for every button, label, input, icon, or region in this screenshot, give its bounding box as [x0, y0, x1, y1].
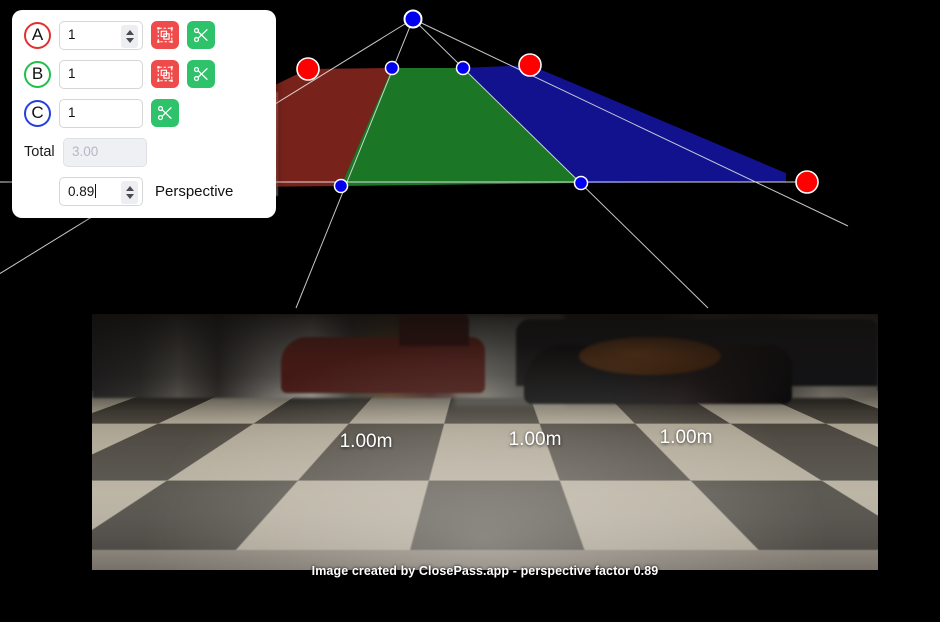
chevron-down-icon[interactable] [125, 37, 134, 43]
input-a[interactable]: 1 [59, 20, 143, 50]
badge-c: C [24, 99, 51, 127]
badge-a-letter: A [31, 25, 44, 44]
perspective-value: 0.89 [60, 184, 96, 199]
chevron-up-icon[interactable] [125, 185, 134, 191]
input-b[interactable]: 1 [59, 59, 143, 89]
segment-label-b: 1.00m [508, 429, 562, 450]
split-button-a[interactable] [187, 21, 215, 49]
stepper-a[interactable] [121, 24, 138, 48]
floor-haze [92, 314, 878, 570]
row-b: B 1 [24, 59, 264, 89]
row-perspective: 0.89 Perspective [24, 176, 264, 206]
handle-blue-b-topright[interactable] [455, 60, 471, 76]
total-value-field: 3.00 [63, 137, 147, 167]
badge-b: B [24, 60, 51, 88]
measurement-control-panel: A 1 B 1 C 1 Total 3.00 0.89 Perspective [12, 10, 276, 218]
badge-b-letter: B [31, 64, 44, 83]
stepper-perspective[interactable] [121, 180, 138, 204]
perspective-input[interactable]: 0.89 [59, 176, 143, 206]
handle-red-right[interactable] [795, 170, 819, 194]
group-objects-button-a[interactable] [151, 21, 179, 49]
scissors-icon [157, 105, 172, 121]
handle-red-a-top[interactable] [296, 57, 320, 81]
chevron-down-icon[interactable] [125, 193, 134, 199]
badge-c-letter: C [31, 103, 44, 122]
badge-a: A [24, 21, 51, 49]
perspective-label: Perspective [155, 182, 234, 200]
row-total: Total 3.00 [24, 137, 264, 167]
row-a: A 1 [24, 20, 264, 50]
total-label: Total [24, 144, 55, 160]
segment-label-c: 1.00m [659, 427, 713, 448]
segment-label-a: 1.00m [339, 431, 393, 452]
handle-blue-b-bottomleft[interactable] [333, 178, 349, 194]
segment-area-c [463, 65, 786, 183]
chevron-up-icon[interactable] [125, 29, 134, 35]
input-a-value: 1 [68, 27, 76, 43]
perspective-canvas[interactable]: Image created by ClosePass.app - perspec… [92, 314, 878, 578]
handle-blue-b-bottomright[interactable] [573, 175, 589, 191]
group-objects-icon [157, 66, 173, 82]
image-caption: Image created by ClosePass.app - perspec… [311, 564, 659, 578]
input-c[interactable]: 1 [59, 98, 143, 128]
split-button-b[interactable] [187, 60, 215, 88]
segment-area-b [341, 68, 581, 186]
input-b-value: 1 [68, 66, 76, 82]
group-objects-icon [157, 27, 173, 43]
blue-handle-group[interactable] [333, 60, 589, 194]
row-c: C 1 [24, 98, 264, 128]
vanishing-point-handle[interactable] [403, 9, 423, 29]
total-value: 3.00 [72, 144, 99, 160]
photo-clip [92, 314, 878, 570]
app-root: Image created by ClosePass.app - perspec… [0, 0, 940, 622]
input-c-value: 1 [68, 105, 76, 121]
scissors-icon [193, 66, 208, 82]
group-objects-button-b[interactable] [151, 60, 179, 88]
handle-blue-b-topleft[interactable] [384, 60, 400, 76]
handle-red-c-top[interactable] [518, 53, 542, 77]
split-button-c[interactable] [151, 99, 179, 127]
scissors-icon [193, 27, 208, 43]
